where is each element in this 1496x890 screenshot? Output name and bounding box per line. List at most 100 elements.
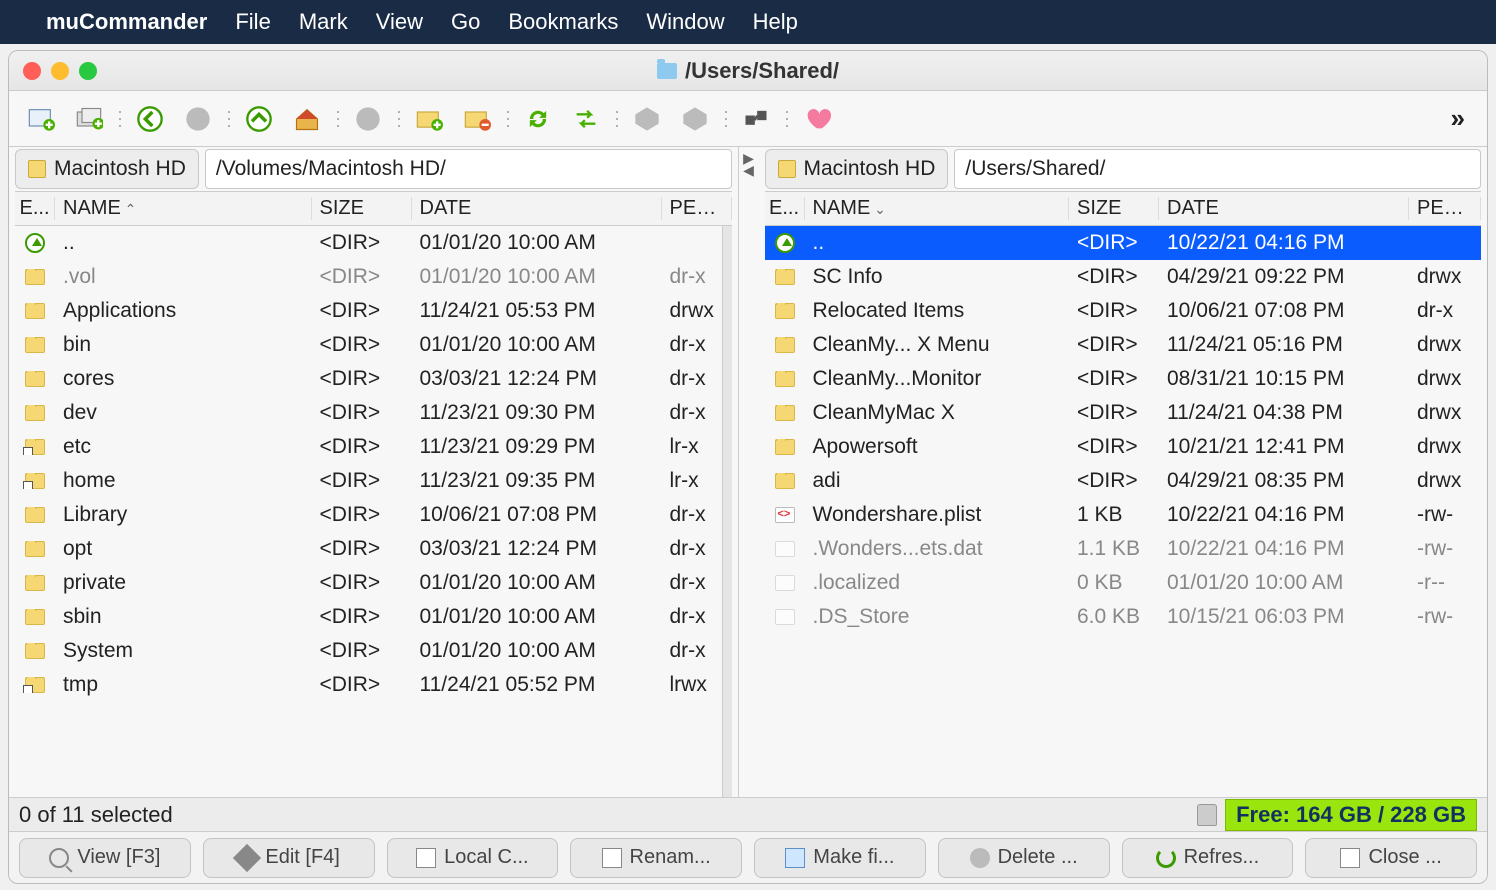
rename-button[interactable]: Renam... [570,838,742,878]
edit-button[interactable]: Edit [F4] [203,838,375,878]
right-drive-chip[interactable]: Macintosh HD [765,149,949,189]
col-date[interactable]: DATE [412,197,662,220]
swap-panels-button[interactable] [564,99,608,139]
col-size[interactable]: SIZE [312,197,412,220]
col-perm[interactable]: PER... [1409,197,1481,220]
right-path-input[interactable]: /Users/Shared/ [954,149,1481,189]
trash-icon[interactable] [1197,804,1217,826]
table-row[interactable]: .vol<DIR>01/01/20 10:00 AMdr-x [15,260,732,294]
refresh-label: Refres... [1184,846,1260,869]
cell-date: 03/03/21 12:24 PM [412,367,662,391]
refresh-button[interactable] [516,99,560,139]
menu-mark[interactable]: Mark [299,9,348,35]
table-row[interactable]: CleanMy... X Menu<DIR>11/24/21 05:16 PMd… [765,328,1482,362]
table-row[interactable]: dev<DIR>11/23/21 09:30 PMdr-x [15,396,732,430]
table-row[interactable]: System<DIR>01/01/20 10:00 AMdr-x [15,634,732,668]
table-row[interactable]: ..<DIR>01/01/20 10:00 AM [15,226,732,260]
folder-icon [25,643,45,659]
table-row[interactable]: adi<DIR>04/29/21 08:35 PMdrwx [765,464,1482,498]
cell-date: 10/22/21 04:16 PM [1159,503,1409,527]
menu-window[interactable]: Window [646,9,724,35]
col-size[interactable]: SIZE [1069,197,1159,220]
delete-folder-button[interactable] [455,99,499,139]
menu-file[interactable]: File [235,9,270,35]
folder-icon [775,439,795,455]
server2-button[interactable] [673,99,717,139]
menu-go[interactable]: Go [451,9,480,35]
table-row[interactable]: tmp<DIR>11/24/21 05:52 PMlrwx [15,668,732,702]
table-row[interactable]: .localized0 KB01/01/20 10:00 AM-r-- [765,566,1482,600]
menu-help[interactable]: Help [753,9,798,35]
close-button[interactable]: Close ... [1305,838,1477,878]
cell-size: <DIR> [1069,299,1159,323]
left-drive-chip[interactable]: Macintosh HD [15,149,199,189]
col-name[interactable]: NAME [805,197,1070,220]
parent-button[interactable] [237,99,281,139]
table-row[interactable]: Applications<DIR>11/24/21 05:53 PMdrwx [15,294,732,328]
cell-name: cores [55,367,312,391]
stop-button[interactable] [346,99,390,139]
table-row[interactable]: Relocated Items<DIR>10/06/21 07:08 PMdr-… [765,294,1482,328]
right-table-body[interactable]: ..<DIR>10/22/21 04:16 PMSC Info<DIR>04/2… [765,226,1482,797]
table-row[interactable]: CleanMy...Monitor<DIR>08/31/21 10:15 PMd… [765,362,1482,396]
table-row[interactable]: .Wonders...ets.dat1.1 KB10/22/21 04:16 P… [765,532,1482,566]
folder-link-icon [25,473,45,489]
back-button[interactable] [128,99,172,139]
local-copy-button[interactable]: Local C... [387,838,559,878]
left-table-body[interactable]: ..<DIR>01/01/20 10:00 AM.vol<DIR>01/01/2… [15,226,732,797]
forward-button[interactable] [176,99,220,139]
copy-label: Local C... [444,846,528,869]
table-row[interactable]: sbin<DIR>01/01/20 10:00 AMdr-x [15,600,732,634]
server1-button[interactable] [625,99,669,139]
make-file-button[interactable]: Make fi... [754,838,926,878]
table-row[interactable]: SC Info<DIR>04/29/21 09:22 PMdrwx [765,260,1482,294]
new-tab-button[interactable] [67,99,111,139]
file-dim-icon [775,609,795,625]
table-row[interactable]: ..<DIR>10/22/21 04:16 PM [765,226,1482,260]
new-folder-button[interactable] [407,99,451,139]
new-window-button[interactable] [19,99,63,139]
folder-icon [775,473,795,489]
menu-view[interactable]: View [376,9,423,35]
view-button[interactable]: View [F3] [19,838,191,878]
refresh-cmd-button[interactable]: Refres... [1122,838,1294,878]
connect-button[interactable] [734,99,778,139]
scrollbar[interactable] [722,226,732,797]
delete-button[interactable]: Delete ... [938,838,1110,878]
table-row[interactable]: home<DIR>11/23/21 09:35 PMlr-x [15,464,732,498]
toolbar-overflow-button[interactable]: » [1439,103,1477,134]
table-row[interactable]: Apowersoft<DIR>10/21/21 12:41 PMdrwx [765,430,1482,464]
left-path-input[interactable]: /Volumes/Macintosh HD/ [205,149,732,189]
cell-name: bin [55,333,312,357]
table-row[interactable]: .DS_Store6.0 KB10/15/21 06:03 PM-rw- [765,600,1482,634]
table-row[interactable]: etc<DIR>11/23/21 09:29 PMlr-x [15,430,732,464]
table-row[interactable]: Wondershare.plist1 KB10/22/21 04:16 PM-r… [765,498,1482,532]
col-ext[interactable]: E... [765,197,805,220]
cell-perm: drwx [1409,401,1481,425]
col-ext[interactable]: E... [15,197,55,220]
home-button[interactable] [285,99,329,139]
folder-icon [775,371,795,387]
pane-divider[interactable]: ▶ ◀ [739,147,759,797]
cell-date: 08/31/21 10:15 PM [1159,367,1409,391]
folder-icon [775,303,795,319]
col-perm[interactable]: PER... [662,197,732,220]
cell-date: 10/06/21 07:08 PM [1159,299,1409,323]
cell-perm: drwx [1409,367,1481,391]
window-title: /Users/Shared/ [9,58,1487,84]
table-row[interactable]: Library<DIR>10/06/21 07:08 PMdr-x [15,498,732,532]
col-name[interactable]: NAME [55,197,312,220]
folder-icon [657,63,677,79]
command-bar: View [F3] Edit [F4] Local C... Renam... … [9,831,1487,883]
table-row[interactable]: opt<DIR>03/03/21 12:24 PMdr-x [15,532,732,566]
app-name[interactable]: muCommander [46,9,207,35]
toolbar-separator [725,101,726,137]
table-row[interactable]: bin<DIR>01/01/20 10:00 AMdr-x [15,328,732,362]
menu-bookmarks[interactable]: Bookmarks [508,9,618,35]
folder-icon [25,371,45,387]
table-row[interactable]: cores<DIR>03/03/21 12:24 PMdr-x [15,362,732,396]
col-date[interactable]: DATE [1159,197,1409,220]
table-row[interactable]: private<DIR>01/01/20 10:00 AMdr-x [15,566,732,600]
table-row[interactable]: CleanMyMac X<DIR>11/24/21 04:38 PMdrwx [765,396,1482,430]
favorite-button[interactable] [795,99,839,139]
